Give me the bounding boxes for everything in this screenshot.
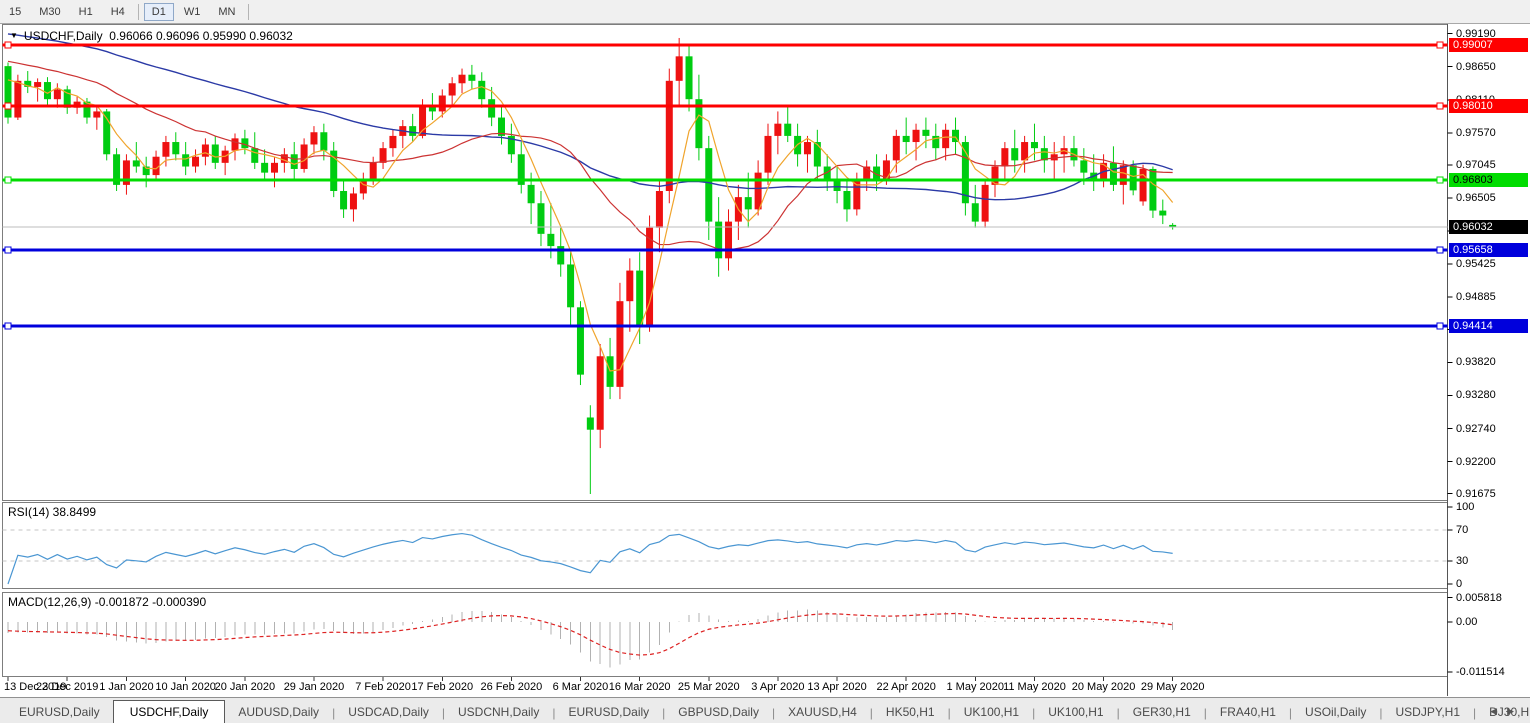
date-axis-label: 17 Feb 2020 bbox=[411, 681, 474, 693]
current-price-badge: 0.96032 bbox=[1449, 219, 1528, 234]
symbol-tab-hk50-h1[interactable]: HK50,H1 bbox=[873, 701, 948, 723]
pivot-line-price-badge: 0.96803 bbox=[1449, 172, 1528, 187]
date-axis-label: 1 May 2020 bbox=[946, 681, 1004, 693]
main-panel-frame[interactable] bbox=[2, 24, 1448, 501]
symbol-tab-eurusd-daily[interactable]: EURUSD,Daily bbox=[6, 701, 113, 723]
symbol-tab-uk100-h1[interactable]: UK100,H1 bbox=[951, 701, 1032, 723]
support-line-2-handle[interactable] bbox=[4, 322, 12, 330]
macd-axis-label: -0.011514 bbox=[1456, 665, 1505, 678]
rsi-axis-label: 0 bbox=[1456, 578, 1463, 590]
price-axis-label: 0.97570 bbox=[1456, 126, 1496, 139]
symbol-tab-fra40-h1[interactable]: FRA40,H1 bbox=[1207, 701, 1289, 723]
symbol-tab-usdcnh-daily[interactable]: USDCNH,Daily bbox=[445, 701, 552, 723]
resistance-line-2-price-badge: 0.98010 bbox=[1449, 98, 1528, 113]
date-axis-label: 29 May 2020 bbox=[1140, 681, 1205, 693]
support-line-1-price-badge: 0.95658 bbox=[1449, 242, 1528, 257]
price-axis-label: 0.93280 bbox=[1456, 389, 1496, 402]
date-axis-label: 13 Apr 2020 bbox=[807, 681, 867, 693]
price-axis-label: 0.97045 bbox=[1456, 158, 1496, 171]
rsi-panel-frame[interactable] bbox=[2, 502, 1448, 589]
symbol-tab-ger30-h1[interactable]: GER30,H1 bbox=[1120, 701, 1204, 723]
price-axis-label: 0.96505 bbox=[1456, 192, 1496, 205]
rsi-axis-label: 70 bbox=[1456, 523, 1469, 536]
symbol-tab-usoil-daily[interactable]: USOil,Daily bbox=[1292, 701, 1379, 723]
date-axis-label: 10 Jan 2020 bbox=[155, 681, 216, 693]
resistance-line-2-handle[interactable] bbox=[4, 102, 12, 110]
price-axis-label: 0.94885 bbox=[1456, 291, 1496, 304]
symbol-tab-usdcad-daily[interactable]: USDCAD,Daily bbox=[335, 701, 442, 723]
date-axis-label: 20 May 2020 bbox=[1071, 681, 1136, 693]
price-axis-label: 0.91675 bbox=[1456, 487, 1496, 500]
date-axis-label: 1 Jan 2020 bbox=[99, 681, 154, 693]
pivot-line-handle[interactable] bbox=[4, 176, 12, 184]
macd-axis-label: 0.00 bbox=[1456, 616, 1478, 629]
support-line-1-handle[interactable] bbox=[1436, 246, 1444, 254]
symbol-tabbar: EURUSD,Daily USDCHF,Daily AUDUSD,Daily | USD… bbox=[0, 697, 1530, 723]
date-axis-label: 7 Feb 2020 bbox=[355, 681, 411, 693]
symbol-tab-usdjpy-h1[interactable]: USDJPY,H1 bbox=[1383, 701, 1473, 723]
tab-scroll-arrows: ◀▶ bbox=[1490, 706, 1524, 717]
date-axis-label: 26 Feb 2020 bbox=[480, 681, 543, 693]
resistance-line-1-handle[interactable] bbox=[1436, 41, 1444, 49]
macd-axis-label: 0.005818 bbox=[1456, 591, 1502, 604]
price-axis-label: 0.93820 bbox=[1456, 356, 1496, 369]
rsi-axis-label: 100 bbox=[1456, 500, 1475, 513]
symbol-tab-audusd-daily[interactable]: AUDUSD,Daily bbox=[225, 701, 332, 723]
symbol-tab-gbpusd-daily[interactable]: GBPUSD,Daily bbox=[665, 701, 772, 723]
pivot-line-handle[interactable] bbox=[1436, 176, 1444, 184]
price-axis-label: 0.92740 bbox=[1456, 422, 1496, 435]
price-axis-label: 0.95425 bbox=[1456, 258, 1496, 271]
rsi-label: RSI(14) 38.8499 bbox=[8, 505, 97, 519]
resistance-line-1-price-badge: 0.99007 bbox=[1449, 37, 1528, 52]
macd-label: MACD(12,26,9) -0.001872 -0.000390 bbox=[8, 595, 207, 609]
chart-title: ▼ USDCHF,Daily 0.96066 0.96096 0.95990 0.… bbox=[10, 29, 293, 43]
symbol-tab-uk100-h1[interactable]: UK100,H1 bbox=[1035, 701, 1116, 723]
date-axis-label: 16 Mar 2020 bbox=[608, 681, 671, 693]
date-axis-label: 11 May 2020 bbox=[1003, 681, 1066, 693]
chart-canvas[interactable] bbox=[0, 0, 1530, 723]
tab-scroll-right-icon[interactable]: ▶ bbox=[1507, 706, 1524, 716]
chart-ohlc-values: 0.96066 0.96096 0.95990 0.96032 bbox=[109, 29, 293, 43]
date-axis-label: 20 Jan 2020 bbox=[214, 681, 276, 693]
date-axis-label: 3 Apr 2020 bbox=[751, 681, 805, 693]
symbol-dropdown-icon[interactable]: ▼ bbox=[10, 31, 18, 40]
terminal-window: 15 M30 H1 H4 D1 W1 MN ▼ USDCHF,Daily 0.96066 0.… bbox=[0, 0, 1530, 723]
resistance-line-2-handle[interactable] bbox=[1436, 102, 1444, 110]
price-axis-label: 0.98650 bbox=[1456, 60, 1496, 73]
support-line-2-price-badge: 0.94414 bbox=[1449, 319, 1528, 334]
date-axis-label: 29 Jan 2020 bbox=[283, 681, 345, 693]
date-axis-label: 6 Mar 2020 bbox=[552, 681, 609, 693]
support-line-1-handle[interactable] bbox=[4, 246, 12, 254]
symbol-tab-usdchf-daily[interactable]: USDCHF,Daily bbox=[112, 700, 226, 723]
chart-symbol-label: USDCHF,Daily bbox=[23, 29, 103, 43]
rsi-axis-label: 30 bbox=[1456, 554, 1469, 567]
date-axis-label: 23 Dec 2019 bbox=[36, 681, 99, 693]
date-axis-label: 22 Apr 2020 bbox=[876, 681, 936, 693]
support-line-2-handle[interactable] bbox=[1436, 322, 1444, 330]
symbol-tab-xauusd-h4[interactable]: XAUUSD,H4 bbox=[775, 701, 870, 723]
tab-scroll-left-icon[interactable]: ◀ bbox=[1490, 706, 1507, 716]
symbol-tab-eurusd-daily[interactable]: EURUSD,Daily bbox=[555, 701, 662, 723]
price-axis-label: 0.92200 bbox=[1456, 455, 1496, 468]
macd-panel-frame[interactable] bbox=[2, 592, 1448, 677]
date-axis-label: 25 Mar 2020 bbox=[677, 681, 740, 693]
